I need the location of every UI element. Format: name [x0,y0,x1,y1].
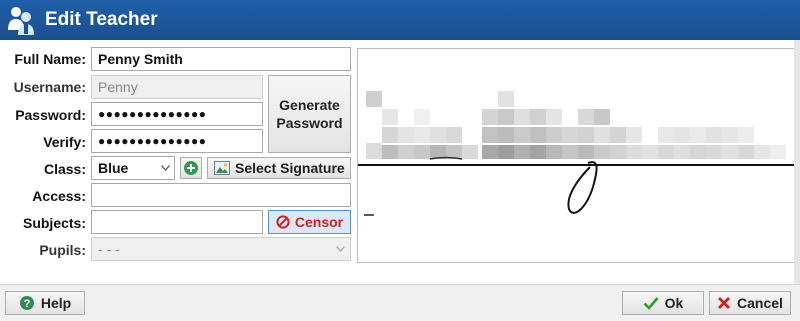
svg-text:?: ? [23,298,30,310]
cancel-button[interactable]: Cancel [709,291,791,315]
verify-field[interactable]: ●●●●●●●●●●●●●● [91,129,263,153]
image-icon [214,161,230,175]
window-title: Edit Teacher [45,9,158,30]
pixelated-signature [366,91,786,160]
chevron-down-icon [336,246,345,252]
cancel-label: Cancel [737,295,783,311]
username-label: Username: [13,79,86,95]
generate-password-line2: Password [276,115,343,131]
pupils-value: - - - [98,241,120,257]
password-field[interactable]: ●●●●●●●●●●●●●● [91,102,263,126]
access-label: Access: [32,188,86,204]
select-signature-label: Select Signature [235,160,345,176]
teacher-icon [8,7,34,35]
subjects-field[interactable] [91,210,263,234]
censor-button[interactable]: Censor [268,210,351,234]
block-icon [276,215,290,229]
select-signature-button[interactable]: Select Signature [207,157,351,179]
add-icon [184,161,198,175]
signature-image [358,91,795,216]
password-label: Password: [15,107,86,123]
ok-button[interactable]: Ok [622,291,704,315]
subjects-label: Subjects: [22,215,86,231]
title-bar: Edit Teacher [0,0,800,40]
class-label: Class: [43,161,86,177]
full-name-field[interactable]: Penny Smith [91,47,351,71]
generate-password-line1: Generate [279,97,340,113]
signature-stroke [567,161,598,214]
username-field[interactable]: Penny [91,75,263,99]
pupils-label: Pupils: [39,242,86,258]
help-label: Help [40,295,72,311]
class-select[interactable]: Blue [91,156,175,180]
help-icon: ? [19,296,34,310]
close-icon [718,297,731,309]
help-button[interactable]: ? Help [5,291,85,315]
check-icon [643,297,659,310]
chevron-down-icon [161,165,170,171]
generate-password-button[interactable]: Generate Password [268,75,351,153]
pupils-select[interactable]: - - - [91,237,351,261]
full-name-label: Full Name: [14,51,86,67]
ok-label: Ok [664,295,684,311]
access-field[interactable] [91,183,351,207]
verify-label: Verify: [43,134,86,150]
scrollbar[interactable] [794,40,800,284]
censor-label: Censor [294,214,344,230]
add-class-button[interactable] [180,157,202,179]
signature-preview [357,48,796,263]
class-value: Blue [98,160,129,176]
